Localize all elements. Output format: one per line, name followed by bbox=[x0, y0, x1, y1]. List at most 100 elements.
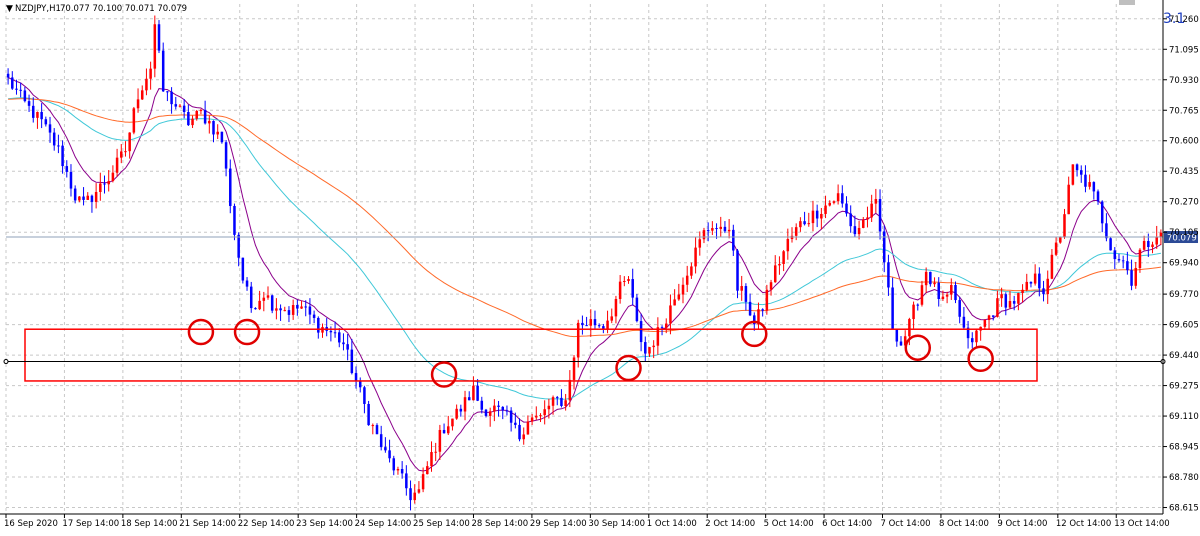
candle-body bbox=[820, 213, 823, 219]
candle-body bbox=[467, 397, 471, 401]
candle-body bbox=[484, 409, 488, 416]
candle-body bbox=[648, 347, 651, 354]
candle-body bbox=[1138, 249, 1142, 269]
candle-body bbox=[560, 397, 563, 406]
candle-body bbox=[157, 24, 161, 51]
candle-body bbox=[518, 424, 521, 440]
candle-body bbox=[149, 68, 152, 79]
support-line-handle[interactable] bbox=[3, 359, 9, 365]
candle-body bbox=[878, 199, 882, 232]
candle-body bbox=[530, 417, 534, 422]
candle-body bbox=[627, 279, 630, 281]
candle-body bbox=[765, 289, 769, 311]
candle-body bbox=[103, 183, 106, 185]
x-tick-label: 24 Sep 14:00 bbox=[355, 519, 412, 529]
candle-body bbox=[526, 421, 530, 435]
candle-body bbox=[664, 323, 668, 328]
candle-body bbox=[421, 474, 425, 490]
candle-body bbox=[874, 199, 878, 204]
candle-body bbox=[488, 411, 492, 416]
candle-body bbox=[57, 145, 60, 147]
candle-body bbox=[547, 405, 551, 410]
candle-body bbox=[208, 120, 211, 124]
candle-body bbox=[614, 299, 618, 317]
candle-body bbox=[384, 447, 387, 451]
dropdown-arrow-icon[interactable]: ▼ bbox=[6, 4, 13, 14]
candle-body bbox=[1117, 259, 1121, 261]
candle-body bbox=[354, 373, 358, 381]
candle-body bbox=[1100, 201, 1104, 224]
candle-body bbox=[90, 195, 94, 202]
candle-body bbox=[153, 24, 157, 69]
x-tick-label: 16 Sep 2020 bbox=[4, 519, 58, 529]
candle-body bbox=[723, 226, 727, 232]
candle-body bbox=[618, 281, 622, 300]
candle-body bbox=[958, 300, 961, 317]
candle-body bbox=[828, 202, 831, 206]
candle-body bbox=[300, 306, 303, 309]
y-tick-label: 69.275 bbox=[1169, 382, 1199, 392]
candle-body bbox=[1113, 250, 1117, 260]
y-tick-label: 70.930 bbox=[1169, 76, 1199, 86]
candle-body bbox=[178, 105, 182, 107]
candle-body bbox=[589, 319, 593, 326]
candle-body bbox=[86, 195, 90, 200]
candle-body bbox=[736, 250, 739, 291]
candle-body bbox=[937, 282, 940, 299]
chart-window[interactable]: 70.079 71.260 71.095 70.930 70.765 70.600 70.… bbox=[0, 0, 1200, 532]
candle-body bbox=[237, 234, 240, 258]
candle-body bbox=[1109, 238, 1112, 251]
candle-body bbox=[493, 405, 496, 412]
x-tick-label: 7 Oct 14:00 bbox=[881, 519, 931, 529]
candle-body bbox=[564, 400, 567, 406]
candle-body bbox=[262, 297, 266, 301]
candle-body bbox=[317, 317, 320, 333]
candle-body bbox=[1155, 236, 1158, 245]
candle-body bbox=[476, 385, 479, 401]
candle-body bbox=[1151, 244, 1154, 248]
scroll-handle[interactable] bbox=[1119, 0, 1135, 5]
candle-body bbox=[94, 191, 98, 202]
candle-body bbox=[124, 151, 127, 153]
candle-body bbox=[962, 316, 966, 328]
candle-body bbox=[1000, 294, 1003, 299]
candle-body bbox=[120, 151, 123, 158]
candle-body bbox=[803, 221, 806, 225]
candle-body bbox=[229, 168, 232, 206]
candle-body bbox=[409, 488, 412, 501]
candle-body bbox=[514, 422, 517, 425]
candle-body bbox=[769, 282, 773, 290]
candle-body bbox=[447, 426, 450, 434]
candle-body bbox=[1079, 170, 1083, 175]
candle-body bbox=[996, 298, 999, 317]
y-tick-label: 68.945 bbox=[1169, 443, 1199, 453]
candle-body bbox=[719, 226, 722, 229]
candle-body bbox=[991, 315, 995, 317]
candle-body bbox=[287, 310, 291, 315]
y-tick-label: 68.615 bbox=[1169, 504, 1199, 514]
candle-body bbox=[660, 327, 664, 329]
candle-body bbox=[882, 231, 886, 263]
candle-body bbox=[1126, 261, 1129, 271]
y-tick-label: 70.270 bbox=[1169, 198, 1199, 208]
candle-body bbox=[128, 132, 131, 152]
candle-body bbox=[673, 299, 676, 306]
y-tick-label: 69.770 bbox=[1169, 290, 1199, 300]
candle-body bbox=[711, 228, 714, 231]
x-tick-label: 22 Sep 14:00 bbox=[238, 519, 295, 529]
price-chart[interactable]: 70.079 71.26071.09570.93070.76570.60070.… bbox=[0, 0, 1200, 532]
candle-body bbox=[950, 285, 953, 295]
symbol-title: NZDJPY,H1 bbox=[15, 4, 61, 14]
candle-body bbox=[891, 287, 894, 329]
candle-body bbox=[132, 108, 136, 133]
candle-body bbox=[715, 228, 718, 230]
candle-body bbox=[430, 452, 433, 467]
candle-body bbox=[899, 341, 903, 346]
x-tick-label: 23 Sep 14:00 bbox=[296, 519, 353, 529]
candle-body bbox=[702, 230, 706, 240]
candle-body bbox=[1067, 184, 1070, 215]
x-tick-label: 30 Sep 14:00 bbox=[588, 519, 645, 529]
candle-body bbox=[1121, 260, 1125, 262]
candle-body bbox=[1142, 240, 1146, 250]
candle-body bbox=[1134, 268, 1138, 286]
